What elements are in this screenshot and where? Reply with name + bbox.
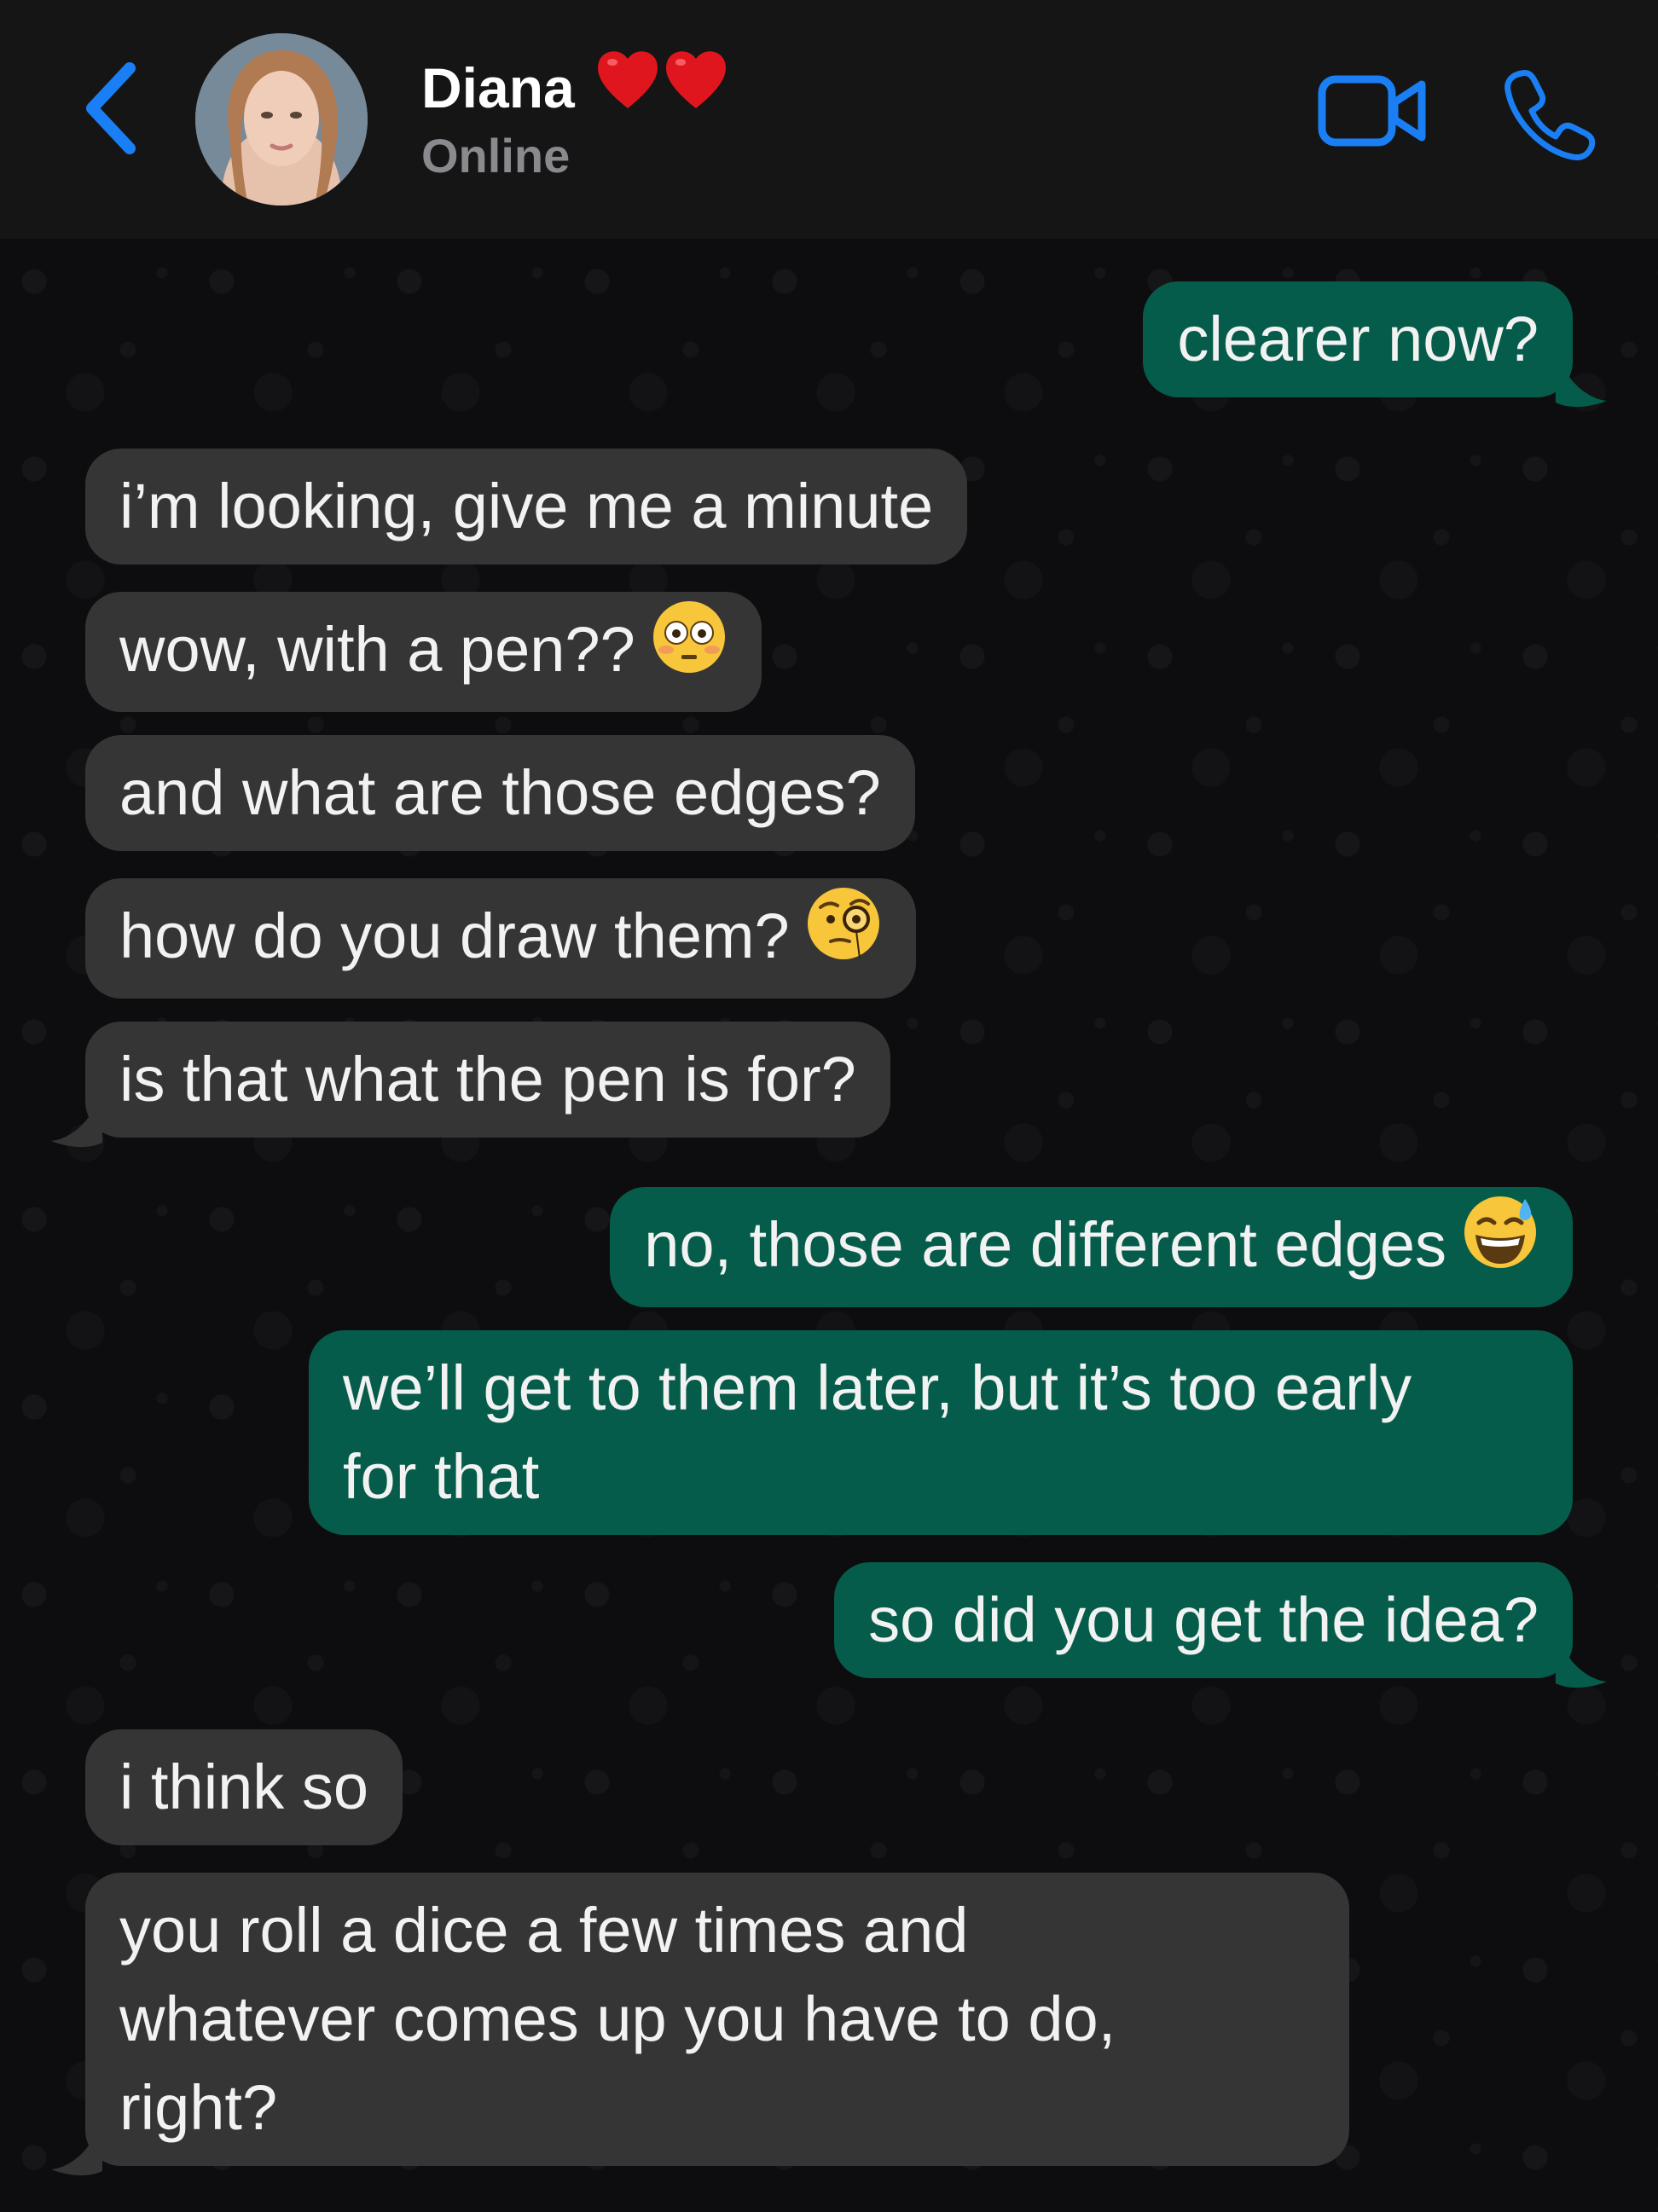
message-list[interactable]: clearer now? i’m looking, give me a minu… — [0, 239, 1658, 2212]
message-outgoing[interactable]: clearer now? — [1143, 281, 1573, 397]
message-text: how do you draw them? — [119, 900, 790, 971]
face-with-monocle-icon — [805, 885, 882, 985]
video-call-button[interactable] — [1313, 68, 1433, 153]
message-text: so did you get the idea? — [868, 1584, 1539, 1655]
contact-name-text: Diana — [421, 56, 575, 119]
message-incoming[interactable]: is that what the pen is for? — [85, 1022, 890, 1138]
flushed-face-icon — [651, 599, 728, 698]
message-text: wow, with a pen?? — [119, 614, 635, 685]
chat-header: Diana Online — [0, 0, 1658, 239]
message-incoming[interactable]: you roll a dice a few times and whatever… — [85, 1873, 1349, 2166]
message-text: no, those are different edges — [644, 1209, 1446, 1280]
message-incoming[interactable]: wow, with a pen?? — [85, 592, 762, 712]
message-incoming[interactable]: how do you draw them? — [85, 878, 916, 999]
message-text-line: right? — [119, 2072, 278, 2143]
bubble-tail — [1556, 368, 1607, 408]
message-text: clearer now? — [1177, 304, 1539, 374]
message-outgoing[interactable]: no, those are different edges — [610, 1187, 1573, 1307]
message-text-line: whatever comes up you have to do, — [119, 1983, 1116, 2054]
chevron-left-icon — [86, 62, 136, 154]
message-text: and what are those edges? — [119, 757, 881, 828]
message-text: i think so — [119, 1752, 369, 1822]
message-text: i’m looking, give me a minute — [119, 471, 934, 541]
message-incoming[interactable]: i think so — [85, 1729, 403, 1845]
bubble-tail — [51, 1109, 102, 1148]
back-button[interactable] — [72, 53, 148, 164]
phone-icon — [1504, 70, 1596, 160]
video-camera-icon — [1318, 75, 1426, 147]
bubble-tail — [51, 2137, 102, 2176]
chat-screen: Diana Online clearer now? i’m looking, g… — [0, 0, 1658, 2212]
message-outgoing[interactable]: so did you get the idea? — [834, 1562, 1573, 1678]
message-text-line: we’ll get to them later, but it’s too ea… — [343, 1352, 1412, 1423]
contact-status: Online — [421, 129, 571, 182]
message-outgoing[interactable]: we’ll get to them later, but it’s too ea… — [309, 1330, 1573, 1535]
avatar[interactable] — [195, 33, 368, 206]
voice-call-button[interactable] — [1494, 58, 1605, 169]
bubble-tail — [1556, 1649, 1607, 1688]
grinning-face-with-sweat-icon — [1462, 1194, 1539, 1294]
message-incoming[interactable]: and what are those edges? — [85, 735, 915, 851]
contact-name: Diana — [421, 49, 730, 132]
avatar-image — [195, 33, 368, 206]
message-incoming[interactable]: i’m looking, give me a minute — [85, 449, 968, 565]
message-text-line: you roll a dice a few times and — [119, 1895, 969, 1966]
message-text-line: for that — [343, 1441, 540, 1512]
message-text: is that what the pen is for? — [119, 1044, 856, 1115]
heart-emoji-icon — [594, 45, 730, 132]
